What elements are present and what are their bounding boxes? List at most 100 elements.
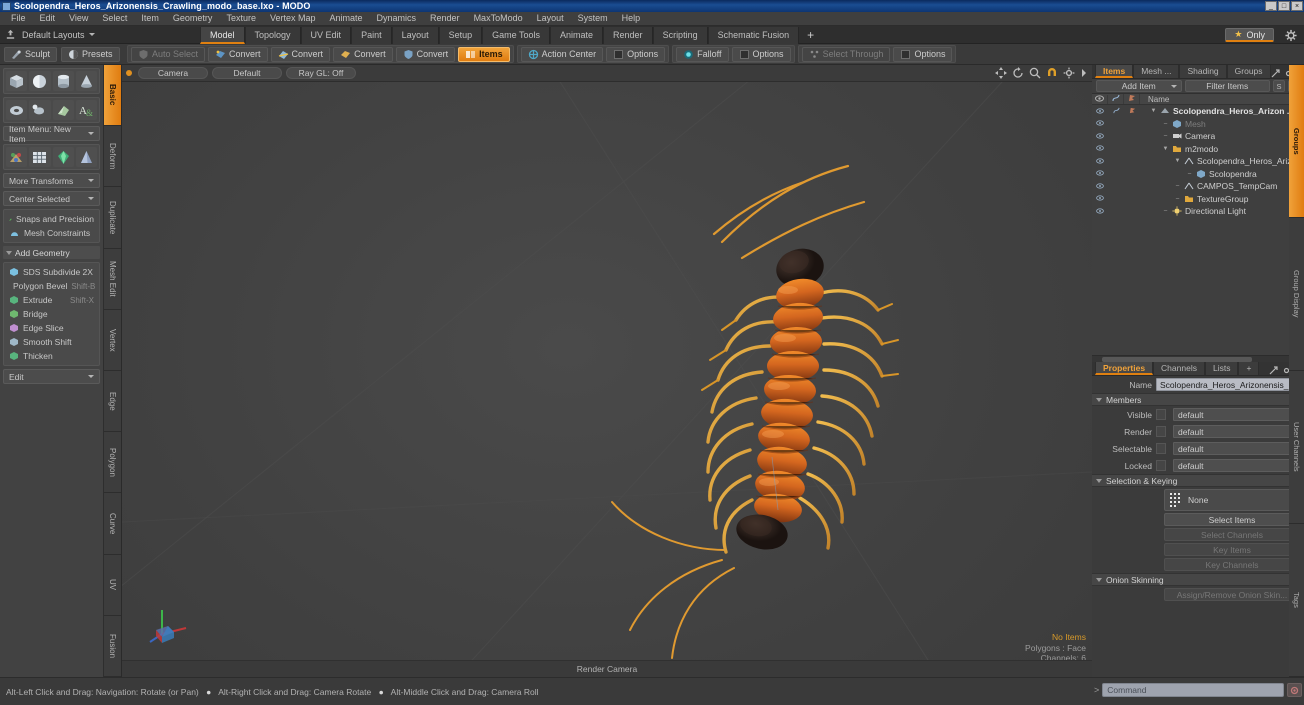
gem-tool[interactable] xyxy=(52,147,74,167)
pyramid-tool[interactable] xyxy=(75,147,97,167)
left-side-tab-mesh-edit[interactable]: Mesh Edit xyxy=(104,248,121,310)
layout-tab-schematic-fusion[interactable]: Schematic Fusion xyxy=(707,26,800,44)
onion-skinning-section-header[interactable]: Onion Skinning xyxy=(1092,573,1304,586)
command-input[interactable]: Command xyxy=(1102,683,1284,697)
tree-twisty-icon[interactable]: – xyxy=(1174,196,1181,202)
left-side-tab-vertex[interactable]: Vertex xyxy=(104,309,121,371)
tree-twisty-icon[interactable]: – xyxy=(1174,183,1181,189)
viewport-camera-selector[interactable]: Camera xyxy=(138,67,208,79)
item-tree-row[interactable]: – Scolopendra xyxy=(1092,168,1304,181)
right-side-tab-tags[interactable]: Tags xyxy=(1289,524,1304,677)
item-tree-row[interactable]: – Mesh xyxy=(1092,118,1304,131)
right-side-tab-group-display[interactable]: Group Display xyxy=(1289,218,1304,371)
tree-twisty-icon[interactable]: ▼ xyxy=(1174,158,1181,164)
layout-tab-game-tools[interactable]: Game Tools xyxy=(482,26,550,44)
tree-twisty-icon[interactable]: – xyxy=(1162,208,1169,214)
viewport-more-icon[interactable] xyxy=(1080,67,1088,79)
layout-tab-setup[interactable]: Setup xyxy=(438,26,483,44)
select-through-options-button[interactable]: Options xyxy=(893,46,953,62)
items-tree-scrollbar[interactable] xyxy=(1092,355,1304,362)
convert-button-3[interactable]: Convert xyxy=(333,46,393,62)
geometry-tool-extrude[interactable]: Extrude Shift-X xyxy=(6,293,97,307)
name-input[interactable]: Scolopendra_Heros_Arizonensis_ xyxy=(1156,378,1300,391)
auto-select-button[interactable]: Auto Select xyxy=(131,46,206,62)
layout-tab-render[interactable]: Render xyxy=(603,26,653,44)
geometry-tool-thicken[interactable]: Thicken xyxy=(6,349,97,363)
move-tool[interactable] xyxy=(6,147,28,167)
teapot-tool[interactable] xyxy=(52,100,74,120)
menu-item-system[interactable]: System xyxy=(571,12,615,25)
property-dropdown-selectable[interactable]: default xyxy=(1173,442,1300,455)
menu-item-item[interactable]: Item xyxy=(134,12,166,25)
window-controls[interactable]: _ □ × xyxy=(1265,1,1303,11)
left-side-tab-duplicate[interactable]: Duplicate xyxy=(104,187,121,249)
geometry-tool-sds-subdivide-2x[interactable]: SDS Subdivide 2X xyxy=(6,265,97,279)
items-s-button[interactable]: S xyxy=(1273,80,1285,92)
layout-tab-model[interactable]: Model xyxy=(200,26,245,44)
property-dropdown-render[interactable]: default xyxy=(1173,425,1300,438)
layout-tab-layout[interactable]: Layout xyxy=(391,26,439,44)
menu-item-help[interactable]: Help xyxy=(615,12,648,25)
property-state-box[interactable] xyxy=(1156,460,1166,471)
left-side-tab-curve[interactable]: Curve xyxy=(104,493,121,555)
only-toggle[interactable]: ★ Only xyxy=(1225,28,1274,42)
geometry-tool-smooth-shift[interactable]: Smooth Shift xyxy=(6,335,97,349)
default-layouts-selector[interactable]: Default Layouts xyxy=(0,29,200,40)
select-through-button[interactable]: Select Through xyxy=(801,46,891,62)
item-tree-row[interactable]: – TextureGroup xyxy=(1092,193,1304,206)
left-side-tab-deform[interactable]: Deform xyxy=(104,126,121,188)
capsule-tool[interactable] xyxy=(29,100,51,120)
members-section-header[interactable]: Members xyxy=(1092,393,1304,406)
menu-item-view[interactable]: View xyxy=(62,12,95,25)
tree-twisty-icon[interactable]: – xyxy=(1162,133,1169,139)
command-record-button[interactable] xyxy=(1287,683,1302,697)
selection-keying-section-header[interactable]: Selection & Keying xyxy=(1092,474,1304,487)
items-tab-mesh-[interactable]: Mesh ... xyxy=(1133,65,1180,78)
item-tree-row[interactable]: – Camera xyxy=(1092,130,1304,143)
item-menu-dropdown[interactable]: Item Menu: New Item xyxy=(3,124,100,144)
tree-twisty-icon[interactable]: ▼ xyxy=(1162,146,1169,152)
items-tab-items[interactable]: Items xyxy=(1095,65,1134,78)
left-side-tab-fusion[interactable]: Fusion xyxy=(104,615,121,677)
3d-viewport[interactable]: Camera Default Ray GL: Off No Items Poly… xyxy=(122,65,1092,677)
left-side-tab-polygon[interactable]: Polygon xyxy=(104,432,121,494)
item-visibility-toggle[interactable] xyxy=(1092,169,1108,178)
add-layout-tab-button[interactable]: + xyxy=(799,27,822,43)
item-visibility-toggle[interactable] xyxy=(1092,194,1108,203)
cone-tool[interactable] xyxy=(75,71,97,91)
property-state-box[interactable] xyxy=(1156,443,1166,454)
grid-tool[interactable] xyxy=(29,147,51,167)
sculpt-button[interactable]: Sculpt xyxy=(4,46,58,62)
property-state-box[interactable] xyxy=(1156,409,1166,420)
property-state-box[interactable] xyxy=(1156,426,1166,437)
popout-icon[interactable] xyxy=(1271,69,1280,78)
convert-button-2[interactable]: Convert xyxy=(270,46,331,62)
properties-tab--[interactable]: + xyxy=(1238,362,1260,375)
select-items-button[interactable]: Select Items xyxy=(1164,513,1300,526)
falloff-button[interactable]: Falloff xyxy=(676,46,729,62)
item-tree-row[interactable]: ▼ m2modo xyxy=(1092,143,1304,156)
cylinder-tool[interactable] xyxy=(52,71,74,91)
select-channels-button[interactable]: Select Channels xyxy=(1164,528,1300,541)
filter-items-button[interactable]: Filter Items xyxy=(1184,80,1270,92)
property-dropdown-visible[interactable]: default xyxy=(1173,408,1300,421)
snaps-and-precision-item[interactable]: Snaps and Precision xyxy=(6,212,97,226)
menu-item-layout[interactable]: Layout xyxy=(530,12,571,25)
item-tree-row[interactable]: ▼ Scolopendra_Heros_Arizon ... xyxy=(1092,105,1304,118)
item-visibility-toggle[interactable] xyxy=(1092,107,1108,116)
action-center-options-button[interactable]: Options xyxy=(606,46,666,62)
more-transforms-dropdown[interactable]: More Transforms xyxy=(3,173,100,188)
maximize-button[interactable]: □ xyxy=(1278,1,1290,11)
gear-icon[interactable] xyxy=(1284,29,1298,42)
torus-tool[interactable] xyxy=(6,100,28,120)
item-tree-row[interactable]: ▼ Scolopendra_Heros_Arizon ... xyxy=(1092,155,1304,168)
item-visibility-toggle[interactable] xyxy=(1092,132,1108,141)
geometry-tool-polygon-bevel[interactable]: Polygon Bevel Shift-B xyxy=(6,279,97,293)
item-tree-row[interactable]: – CAMPOS_TempCam xyxy=(1092,180,1304,193)
left-side-tab-edge[interactable]: Edge xyxy=(104,370,121,433)
layout-tab-topology[interactable]: Topology xyxy=(244,26,301,44)
convert-button-1[interactable]: Convert xyxy=(208,46,268,62)
menu-item-animate[interactable]: Animate xyxy=(322,12,369,25)
item-visibility-toggle[interactable] xyxy=(1092,157,1108,166)
menu-item-select[interactable]: Select xyxy=(95,12,134,25)
